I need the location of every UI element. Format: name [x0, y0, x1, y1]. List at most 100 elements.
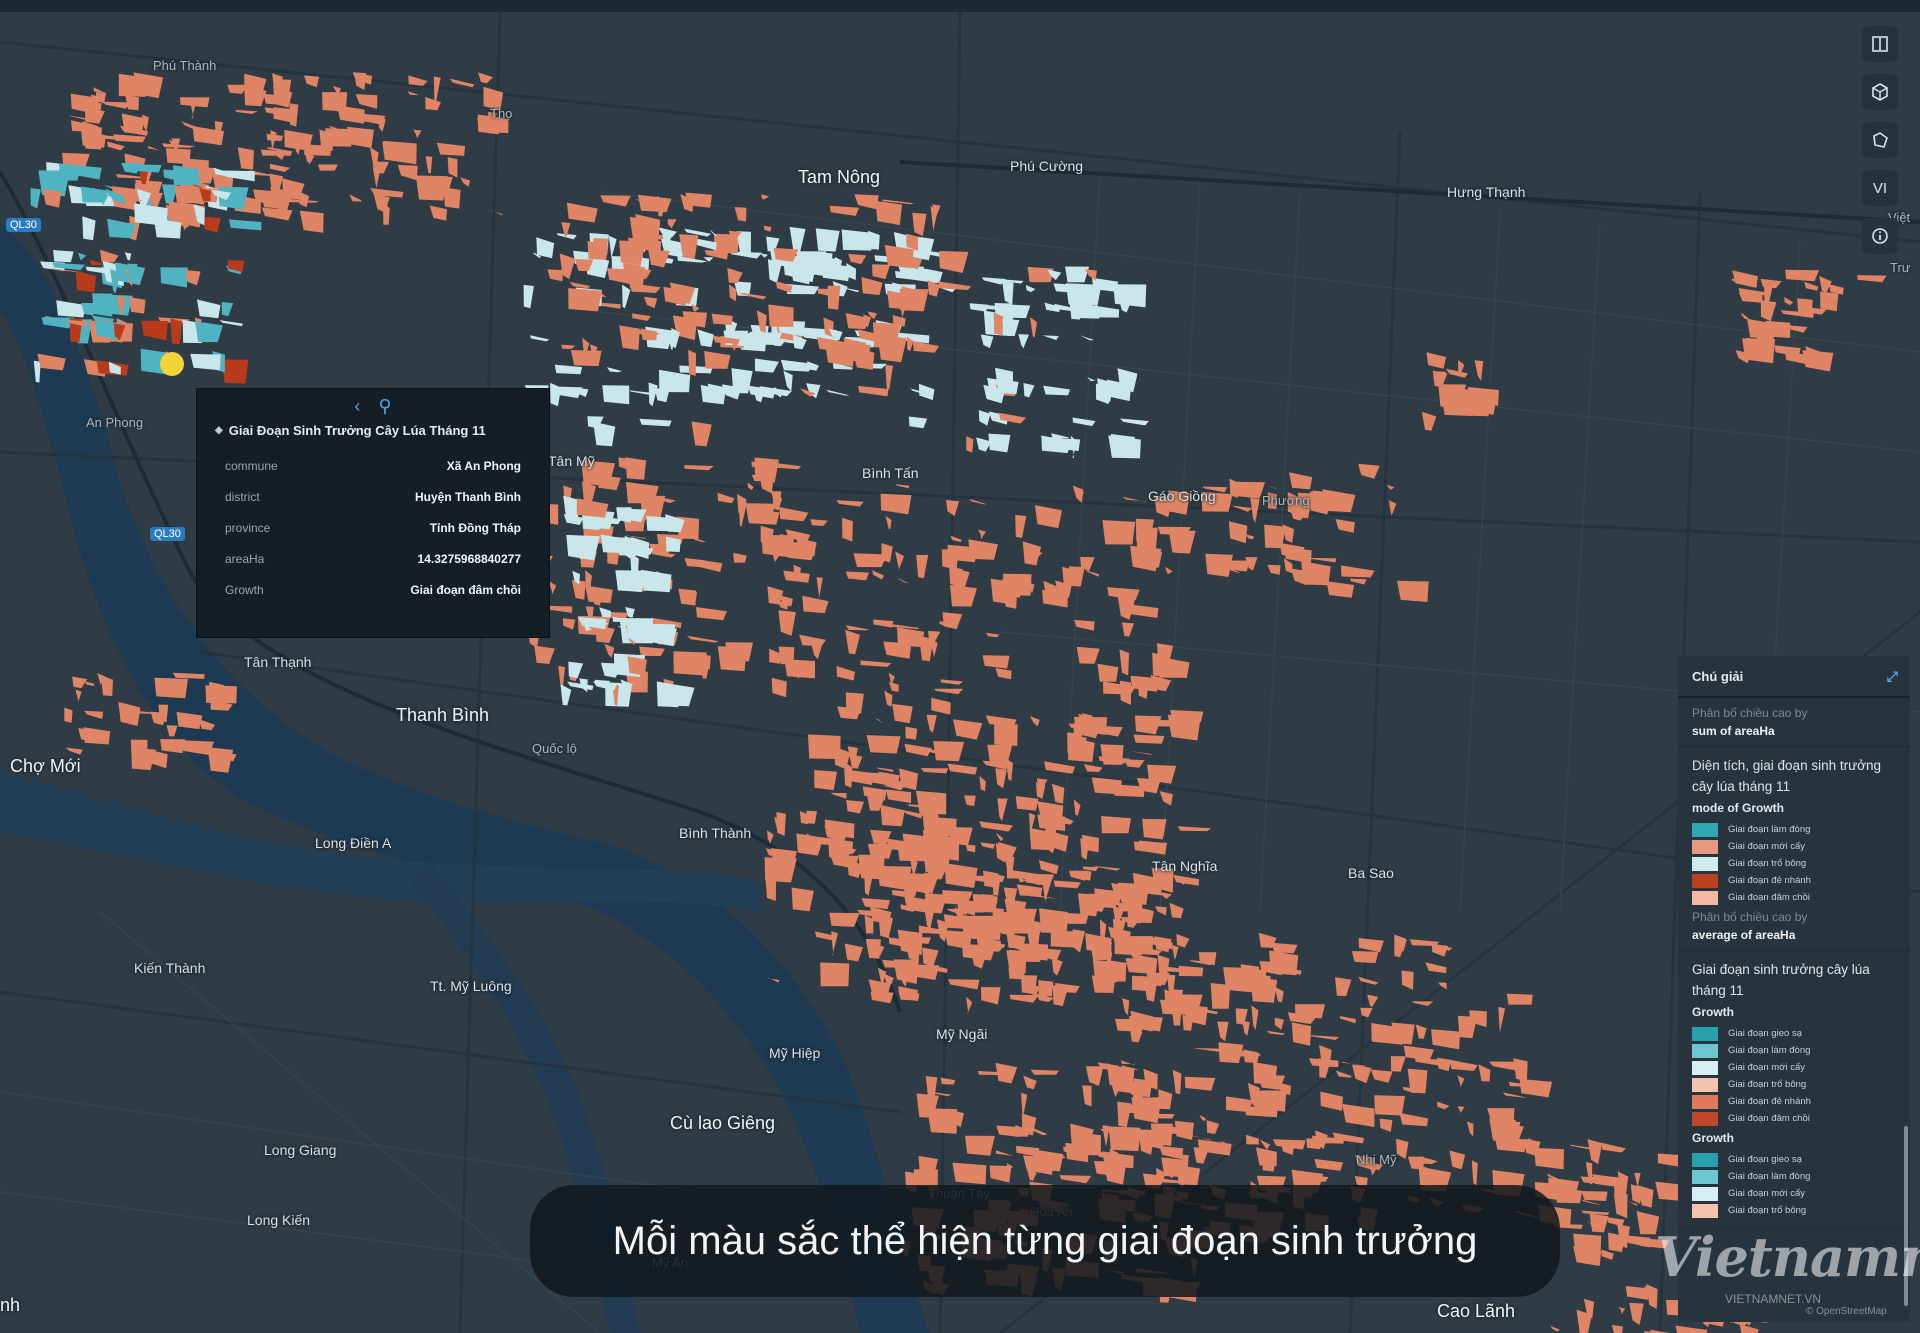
rice-field[interactable] — [443, 187, 461, 209]
rice-field[interactable] — [1445, 368, 1469, 378]
rice-field[interactable] — [1449, 1150, 1466, 1170]
rice-field[interactable] — [1072, 485, 1084, 504]
rice-field[interactable] — [1122, 998, 1130, 1016]
rice-field[interactable] — [931, 697, 951, 715]
rice-field[interactable] — [460, 177, 471, 187]
rice-field[interactable] — [830, 855, 859, 869]
rice-field[interactable] — [717, 492, 735, 504]
rice-field[interactable] — [1061, 438, 1081, 452]
rice-field[interactable] — [1004, 898, 1027, 919]
rice-field[interactable] — [729, 284, 737, 302]
rice-field[interactable] — [1030, 1069, 1060, 1075]
rice-field[interactable] — [783, 370, 793, 392]
rice-field[interactable] — [237, 147, 254, 170]
rice-field[interactable] — [1489, 1118, 1516, 1142]
rice-field[interactable] — [1076, 646, 1100, 664]
rice-field[interactable] — [165, 148, 191, 165]
rice-field[interactable] — [845, 629, 860, 655]
rice-field[interactable] — [885, 364, 893, 390]
rice-field[interactable] — [534, 645, 555, 664]
rice-field[interactable] — [767, 259, 782, 284]
rice-field[interactable] — [1396, 1138, 1409, 1159]
rice-field[interactable] — [1015, 514, 1027, 538]
rice-field[interactable] — [1274, 1017, 1284, 1030]
rice-field[interactable] — [764, 857, 797, 883]
rice-field[interactable] — [966, 436, 974, 453]
rice-field[interactable] — [939, 251, 969, 273]
rice-field[interactable] — [888, 681, 899, 692]
rice-field[interactable] — [888, 672, 895, 683]
rice-field[interactable] — [844, 943, 864, 962]
rice-field[interactable] — [1306, 1034, 1339, 1040]
rice-field[interactable] — [1082, 1085, 1092, 1107]
rice-field[interactable] — [1601, 1249, 1614, 1260]
rice-field[interactable] — [982, 760, 1009, 770]
rice-field[interactable] — [1132, 975, 1152, 992]
rice-field[interactable] — [299, 210, 324, 233]
rice-field[interactable] — [997, 798, 1008, 822]
rice-field[interactable] — [1637, 1185, 1654, 1208]
rice-field[interactable] — [733, 552, 747, 563]
rice-field[interactable] — [1358, 976, 1379, 985]
rice-field[interactable] — [1390, 1056, 1406, 1072]
rice-field[interactable] — [569, 282, 591, 289]
rice-field[interactable] — [1127, 604, 1159, 618]
rice-field[interactable] — [995, 1150, 1014, 1157]
rice-field[interactable] — [600, 195, 631, 207]
rice-field[interactable] — [1441, 394, 1474, 416]
rice-field[interactable] — [568, 288, 602, 312]
rice-field[interactable] — [654, 387, 670, 403]
rice-field[interactable] — [261, 207, 293, 221]
rice-field[interactable] — [872, 570, 885, 580]
rice-field[interactable] — [772, 553, 780, 562]
rice-field[interactable] — [940, 1077, 956, 1085]
rice-field[interactable] — [1102, 520, 1136, 545]
rice-field[interactable] — [688, 349, 696, 376]
rice-field[interactable] — [1606, 1217, 1625, 1227]
rice-field[interactable] — [1120, 1060, 1136, 1066]
rice-field[interactable] — [566, 202, 598, 223]
rice-field[interactable] — [133, 164, 162, 173]
rice-field[interactable] — [1173, 874, 1199, 886]
rice-field[interactable] — [1053, 880, 1081, 889]
rice-field[interactable] — [1097, 663, 1119, 682]
rice-field[interactable] — [895, 551, 904, 572]
rice-field[interactable] — [820, 962, 850, 987]
rice-field[interactable] — [1018, 334, 1029, 349]
rice-field[interactable] — [269, 163, 291, 172]
rice-field[interactable] — [1534, 1147, 1564, 1170]
rice-field[interactable] — [1165, 566, 1173, 575]
rice-field[interactable] — [118, 701, 141, 726]
rice-field[interactable] — [978, 410, 991, 426]
rice-field[interactable] — [858, 854, 885, 880]
rice-field[interactable] — [905, 726, 918, 740]
rice-field[interactable] — [964, 795, 976, 807]
rice-field[interactable] — [129, 297, 146, 314]
rice-field[interactable] — [1266, 1030, 1285, 1036]
rice-field[interactable] — [1675, 1325, 1708, 1333]
rice-field[interactable] — [779, 507, 809, 522]
rice-field[interactable] — [429, 205, 447, 221]
rice-field[interactable] — [1478, 1064, 1491, 1082]
rice-field[interactable] — [1802, 350, 1834, 372]
rice-field[interactable] — [570, 350, 602, 367]
rice-field[interactable] — [865, 938, 881, 959]
rice-field[interactable] — [425, 156, 433, 174]
rice-field[interactable] — [1133, 734, 1165, 744]
rice-field[interactable] — [1246, 534, 1255, 540]
rice-field[interactable] — [554, 364, 583, 375]
rice-field[interactable] — [810, 640, 823, 660]
rice-field[interactable] — [1169, 902, 1184, 919]
rice-field[interactable] — [734, 207, 747, 222]
rice-field[interactable] — [179, 97, 210, 108]
rice-field[interactable] — [1101, 816, 1131, 834]
rice-field[interactable] — [952, 1162, 987, 1185]
rice-field[interactable] — [1025, 285, 1036, 293]
rice-field[interactable] — [830, 792, 847, 799]
rice-field[interactable] — [1613, 1193, 1628, 1219]
rice-field[interactable] — [1033, 1128, 1048, 1136]
rice-field[interactable] — [170, 318, 182, 345]
rice-field[interactable] — [933, 741, 965, 762]
rice-field[interactable] — [229, 219, 262, 231]
rice-field[interactable] — [1002, 318, 1020, 337]
